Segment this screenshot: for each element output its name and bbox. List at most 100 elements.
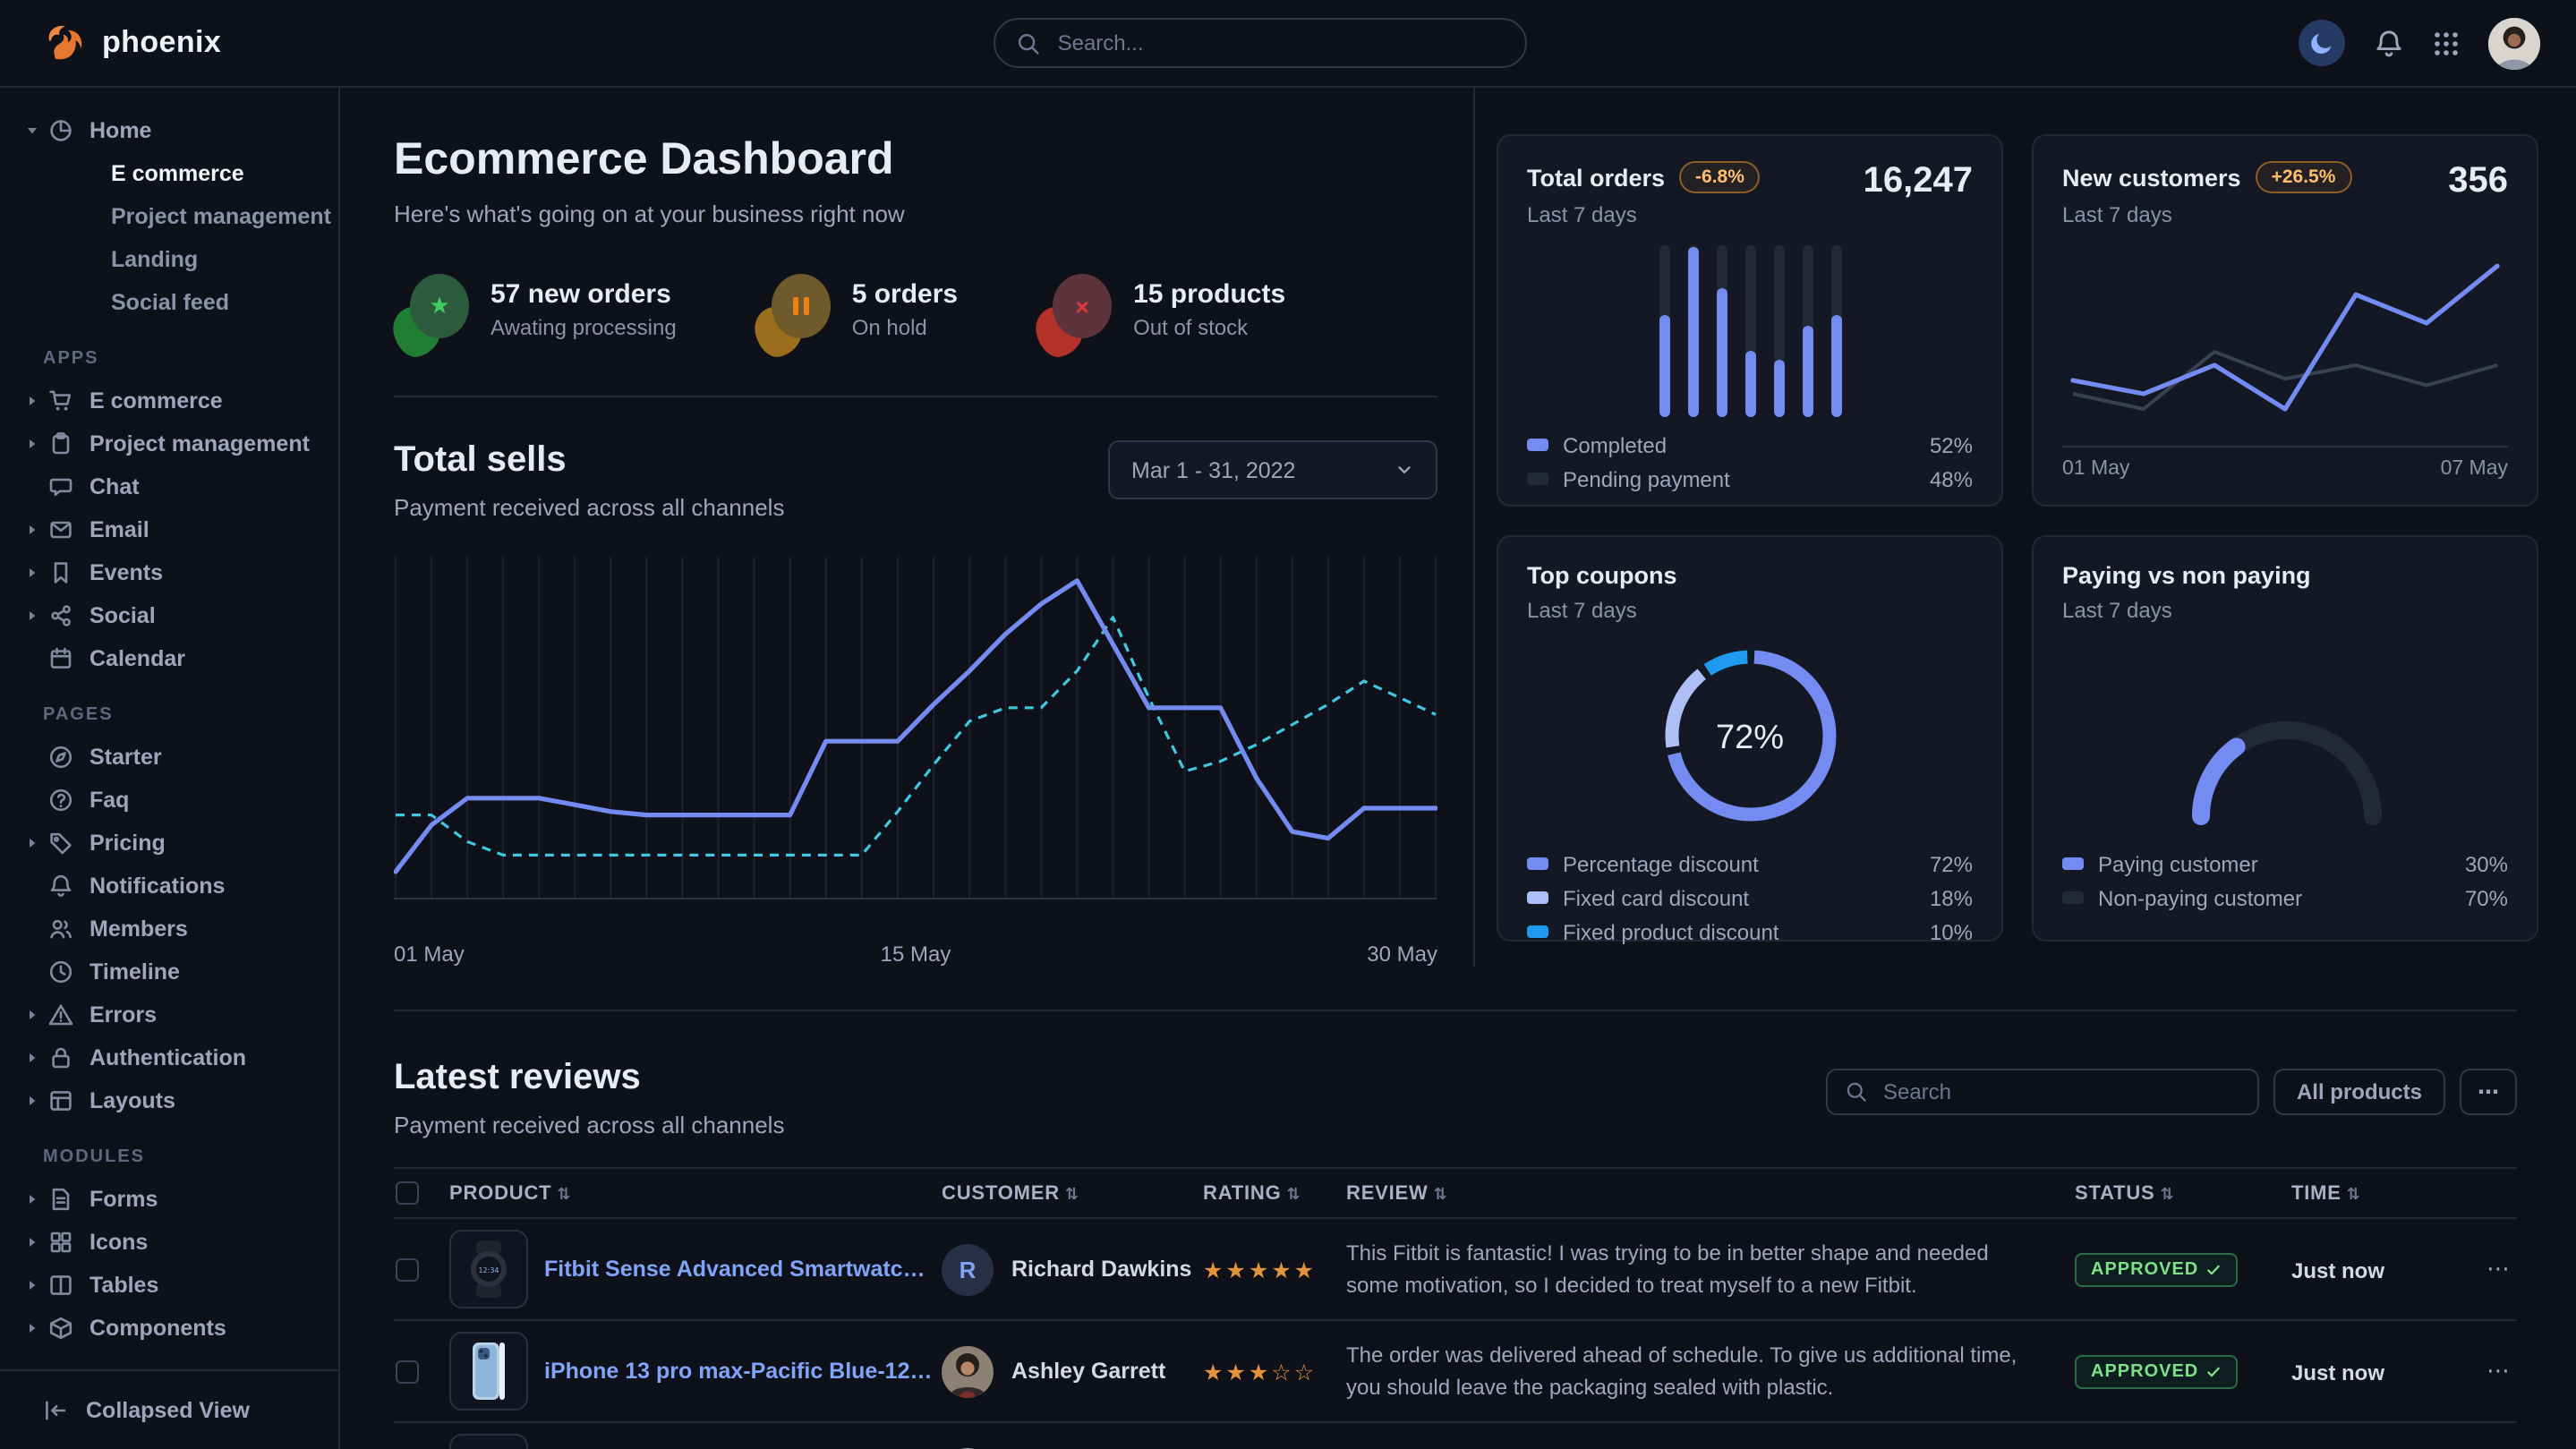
- sidebar-item-label: Forms: [90, 1187, 158, 1212]
- legend-item: Fixed card discount 18%: [1527, 881, 1973, 915]
- sidebar-item-components[interactable]: Components: [0, 1307, 338, 1350]
- total-sells-title: Total sells: [394, 440, 784, 482]
- sidebar-subitem-e-commerce[interactable]: E commerce: [0, 152, 338, 195]
- reviews-search-input[interactable]: [1880, 1078, 2239, 1106]
- page-title: Ecommerce Dashboard: [394, 134, 1437, 186]
- stat-new-orders: ★ 57 new orders Awating processing: [394, 274, 677, 356]
- sidebar-subitem-social-feed[interactable]: Social feed: [0, 281, 338, 324]
- order-bar: [1802, 245, 1813, 417]
- sidebar-item-faq[interactable]: Faq: [0, 779, 338, 822]
- main-content: Ecommerce Dashboard Here's what's going …: [340, 88, 2576, 1449]
- paying-title: Paying vs non paying: [2062, 562, 2311, 589]
- column-header-time[interactable]: TIME⇅: [2290, 1168, 2429, 1218]
- sidebar-item-starter[interactable]: Starter: [0, 736, 338, 779]
- paying-legend: Paying customer 30% Non-paying customer …: [2062, 847, 2508, 915]
- paying-gauge-chart: [2062, 634, 2512, 834]
- sidebar-item-label: Components: [90, 1316, 226, 1341]
- sidebar-item-label: Home: [90, 118, 151, 143]
- sidebar-item-home[interactable]: Home: [0, 109, 338, 152]
- sidebar-item-layouts[interactable]: Layouts: [0, 1079, 338, 1122]
- product-link[interactable]: Fitbit Sense Advanced Smartwatch with To…: [544, 1257, 938, 1282]
- new-customers-badge: +26.5%: [2256, 161, 2352, 193]
- caret-right-icon: [21, 1094, 43, 1108]
- sidebar-item-label: Icons: [90, 1230, 148, 1255]
- order-bar: [1830, 245, 1841, 417]
- sidebar-item-chat[interactable]: Chat: [0, 465, 338, 508]
- user-avatar[interactable]: [2488, 17, 2540, 69]
- sidebar-item-label: Authentication: [90, 1045, 246, 1070]
- sidebar-item-pricing[interactable]: Pricing: [0, 822, 338, 865]
- sidebar-item-e-commerce[interactable]: E commerce: [0, 379, 338, 422]
- sidebar-item-tables[interactable]: Tables: [0, 1264, 338, 1307]
- sidebar-item-members[interactable]: Members: [0, 908, 338, 950]
- sidebar-item-timeline[interactable]: Timeline: [0, 950, 338, 993]
- legend-label: Fixed card discount: [1563, 885, 1749, 910]
- column-header-status[interactable]: STATUS⇅: [2073, 1168, 2290, 1218]
- sidebar-item-icons[interactable]: Icons: [0, 1221, 338, 1264]
- reviews-search[interactable]: [1826, 1069, 2259, 1115]
- total-orders-card: Total orders -6.8% Last 7 days 16,247 Co…: [1497, 134, 2003, 507]
- layout-icon: [47, 1088, 73, 1113]
- chat-icon: [47, 474, 73, 499]
- select-all-checkbox[interactable]: [396, 1181, 419, 1205]
- column-header-review[interactable]: REVIEW⇅: [1344, 1168, 2073, 1218]
- sidebar-item-label: Calendar: [90, 646, 185, 671]
- legend-value: 72%: [1930, 851, 1973, 876]
- collapsed-view-toggle[interactable]: Collapsed View: [0, 1368, 338, 1449]
- sidebar-item-errors[interactable]: Errors: [0, 993, 338, 1036]
- x-axis-label: 15 May: [881, 942, 951, 967]
- all-products-button[interactable]: All products: [2273, 1069, 2445, 1115]
- sidebar-item-label: Chat: [90, 474, 140, 499]
- caret-right-icon: [21, 1051, 43, 1065]
- sidebar-item-events[interactable]: Events: [0, 551, 338, 594]
- customer-name: Ashley Garrett: [1011, 1359, 1165, 1384]
- product-link[interactable]: iPhone 13 pro max-Pacific Blue-128GB sto…: [544, 1359, 938, 1384]
- order-bar: [1773, 245, 1784, 417]
- reviews-more-button[interactable]: ⋯: [2460, 1069, 2517, 1115]
- collapse-icon: [43, 1397, 68, 1422]
- page-subtitle: Here's what's going on at your business …: [394, 200, 1437, 227]
- svg-text:12:34: 12:34: [478, 1266, 499, 1274]
- stats-row: ★ 57 new orders Awating processing 5 ord…: [394, 274, 1437, 397]
- row-checkbox[interactable]: [396, 1360, 419, 1383]
- sidebar-subitem-landing[interactable]: Landing: [0, 238, 338, 281]
- top-coupons-card: Top coupons Last 7 days 72% Percentage d…: [1497, 535, 2003, 942]
- orders-on-hold-icon: [755, 274, 831, 356]
- row-actions-button[interactable]: ⋯: [2486, 1359, 2510, 1385]
- sidebar-item-email[interactable]: Email: [0, 508, 338, 551]
- sidebar-item-authentication[interactable]: Authentication: [0, 1036, 338, 1079]
- brand-name: phoenix: [102, 25, 221, 61]
- caret-right-icon: [21, 1321, 43, 1335]
- top-coupons-legend: Percentage discount 72% Fixed card disco…: [1527, 847, 1973, 949]
- sidebar-item-label: Tables: [90, 1273, 158, 1298]
- caret-right-icon: [21, 1008, 43, 1022]
- date-range-select[interactable]: Mar 1 - 31, 2022: [1108, 440, 1437, 499]
- sidebar-item-calendar[interactable]: Calendar: [0, 637, 338, 680]
- column-header-customer[interactable]: CUSTOMER⇅: [940, 1168, 1201, 1218]
- warning-icon: [47, 1002, 73, 1027]
- sidebar-item-notifications[interactable]: Notifications: [0, 865, 338, 908]
- sidebar-item-social[interactable]: Social: [0, 594, 338, 637]
- legend-item: Non-paying customer 70%: [2062, 881, 2508, 915]
- row-checkbox[interactable]: [396, 1257, 419, 1281]
- theme-toggle-button[interactable]: [2299, 20, 2345, 66]
- sidebar-item-label: Errors: [90, 1002, 157, 1027]
- apps-grid-button[interactable]: [2433, 30, 2460, 56]
- stat-subtitle: On hold: [852, 315, 958, 340]
- global-search[interactable]: [994, 18, 1527, 68]
- sidebar-item-forms[interactable]: Forms: [0, 1178, 338, 1221]
- column-header-rating[interactable]: RATING⇅: [1201, 1168, 1344, 1218]
- notifications-button[interactable]: [2374, 28, 2404, 58]
- brand-logo[interactable]: phoenix: [43, 21, 221, 65]
- caret-right-icon: [21, 1192, 43, 1206]
- total-sells-chart: 01 May15 May30 May: [394, 546, 1437, 967]
- column-header-product[interactable]: PRODUCT⇅: [448, 1168, 940, 1218]
- sidebar-item-project-management[interactable]: Project management: [0, 422, 338, 465]
- row-actions-button[interactable]: ⋯: [2486, 1257, 2510, 1283]
- caret-right-icon: [21, 1235, 43, 1249]
- search-icon: [1846, 1081, 1867, 1103]
- review-text: This Fitbit is fantastic! I was trying t…: [1346, 1237, 2071, 1301]
- sidebar-subitem-project-management[interactable]: Project management: [0, 195, 338, 238]
- global-search-input[interactable]: [1054, 29, 1504, 57]
- stat-out-of-stock: × 15 products Out of stock: [1036, 274, 1285, 356]
